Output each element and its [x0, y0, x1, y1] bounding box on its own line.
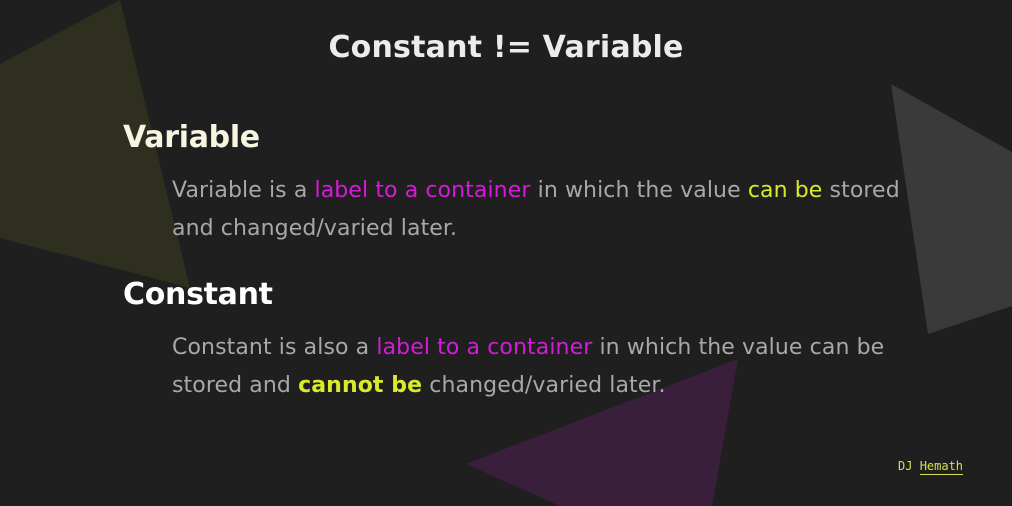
author-signature: DJ Hemath [898, 458, 964, 475]
background-shapes [0, 0, 1012, 506]
variable-heading: Variable [123, 120, 260, 155]
signature-last: Hemath [919, 459, 964, 475]
page-title: Constant != Variable [328, 30, 684, 65]
variable-highlight-can-be: can be [747, 178, 823, 203]
constant-heading: Constant [123, 277, 273, 312]
variable-definition-text: Variable is a [172, 178, 315, 203]
constant-definition: Constant is also a label to a container … [172, 329, 932, 405]
variable-definition-text: in which the value [530, 178, 748, 203]
variable-highlight-label: label to a container [314, 178, 531, 203]
constant-highlight-cannot-be: cannot be [298, 373, 423, 398]
signature-first: DJ [898, 459, 913, 473]
constant-highlight-label: label to a container [376, 335, 593, 360]
constant-definition-text: changed/varied later. [422, 373, 666, 398]
variable-definition: Variable is a label to a container in wh… [172, 172, 932, 248]
constant-definition-text: Constant is also a [172, 335, 377, 360]
